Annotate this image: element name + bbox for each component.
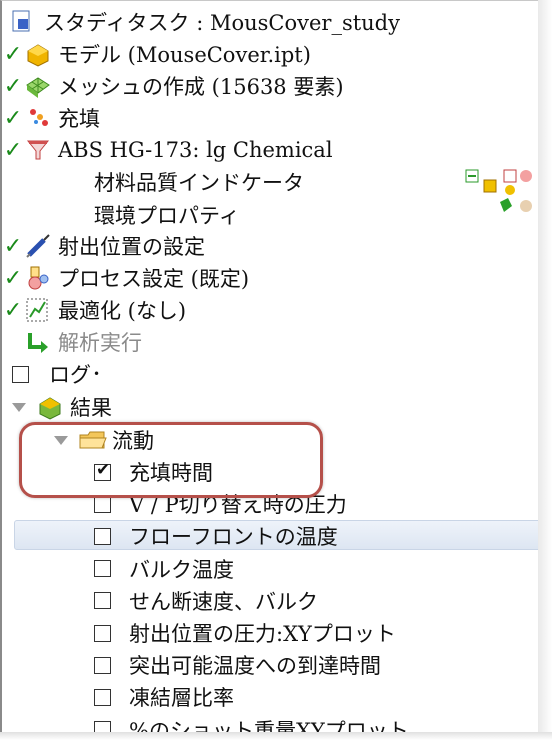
tree-item-material[interactable]: ✓ ABS HG-173: lg Chemical bbox=[2, 134, 333, 166]
study-tree-panel: スタディタスク : MousCover_study ✓ モデル (MouseCo… bbox=[0, 0, 540, 733]
run-label: 解析実行 bbox=[58, 331, 142, 355]
tree-item-mesh[interactable]: ✓ メッシュの作成 (15638 要素) bbox=[2, 70, 344, 102]
tree-item-log[interactable]: ログ • bbox=[12, 358, 100, 390]
tree-item-injection[interactable]: ✓ 射出位置の設定 bbox=[2, 230, 205, 262]
env-props-label: 環境プロパティ bbox=[94, 204, 240, 228]
result-label: %のショット重量XYプロット bbox=[129, 718, 409, 733]
process-label: プロセス設定 (既定) bbox=[58, 267, 250, 291]
result-label: 突出可能温度への到達時間 bbox=[129, 654, 381, 679]
panel-shadow-right bbox=[538, 0, 552, 740]
result-label: せん断速度、バルク bbox=[129, 589, 318, 614]
check-icon: ✓ bbox=[3, 297, 23, 323]
tree-item-material-quality[interactable]: 材料品質インドケータ bbox=[94, 166, 304, 198]
result-item[interactable]: フローフロントの温度 bbox=[94, 520, 338, 552]
injection-label: 射出位置の設定 bbox=[58, 235, 205, 259]
mesh-label: メッシュの作成 (15638 要素) bbox=[58, 75, 344, 99]
tree-item-env-props[interactable]: 環境プロパティ bbox=[94, 199, 240, 231]
result-label: フローフロントの温度 bbox=[129, 525, 338, 550]
result-item[interactable]: 射出位置の圧力:XYプロット bbox=[94, 617, 396, 649]
fill-label: 充填 bbox=[58, 107, 100, 131]
result-item[interactable]: 凍結層比率 bbox=[94, 681, 234, 713]
tree-item-run[interactable]: 解析実行 bbox=[24, 326, 142, 358]
optimize-label: 最適化 (なし) bbox=[58, 299, 187, 323]
study-label: スタディタスク : MousCover_study bbox=[44, 11, 400, 35]
result-item[interactable]: %のショット重量XYプロット bbox=[94, 714, 409, 733]
tree-item-fill[interactable]: ✓ 充填 bbox=[2, 102, 100, 134]
mesh-icon bbox=[24, 73, 52, 99]
result-checkbox[interactable] bbox=[94, 624, 111, 642]
log-label: ログ bbox=[49, 363, 91, 387]
model-label: モデル (MouseCover.ipt) bbox=[58, 43, 311, 67]
material-quality-label: 材料品質インドケータ bbox=[94, 171, 304, 195]
check-icon: ✓ bbox=[3, 105, 23, 131]
annotation-highlight bbox=[19, 422, 323, 498]
run-arrow-icon bbox=[24, 329, 52, 355]
check-icon: ✓ bbox=[3, 137, 23, 163]
results-label: 結果 bbox=[70, 396, 112, 420]
fill-dots-icon bbox=[24, 105, 52, 131]
process-flask-icon bbox=[24, 265, 52, 291]
check-icon: ✓ bbox=[3, 265, 23, 291]
study-task-row[interactable]: スタディタスク : MousCover_study bbox=[10, 6, 400, 38]
tree-item-process[interactable]: ✓ プロセス設定 (既定) bbox=[2, 262, 249, 294]
result-checkbox[interactable] bbox=[94, 495, 111, 513]
check-icon: ✓ bbox=[3, 233, 23, 259]
log-marker: • bbox=[93, 367, 101, 381]
syringe-icon bbox=[24, 233, 52, 259]
log-checkbox[interactable] bbox=[12, 365, 29, 383]
tree-item-model[interactable]: ✓ モデル (MouseCover.ipt) bbox=[2, 38, 311, 70]
tree-item-optimize[interactable]: ✓ 最適化 (なし) bbox=[2, 294, 186, 326]
result-item[interactable]: せん断速度、バルク bbox=[94, 585, 318, 617]
results-cube-icon bbox=[36, 394, 64, 420]
study-icon bbox=[10, 9, 38, 35]
model-cube-icon bbox=[24, 41, 52, 67]
result-item[interactable]: バルク温度 bbox=[94, 553, 234, 585]
side-icon-cluster bbox=[464, 166, 540, 226]
result-checkbox[interactable] bbox=[94, 656, 111, 674]
result-item[interactable]: 突出可能温度への到達時間 bbox=[94, 649, 381, 681]
funnel-icon bbox=[24, 137, 52, 163]
tree-item-results[interactable]: 結果 bbox=[12, 391, 112, 423]
chart-icon bbox=[24, 297, 52, 323]
result-label: 射出位置の圧力:XYプロット bbox=[129, 622, 396, 646]
panel-shadow-bottom bbox=[0, 732, 552, 740]
result-checkbox[interactable] bbox=[94, 527, 111, 545]
result-label: 凍結層比率 bbox=[129, 686, 234, 711]
result-checkbox[interactable] bbox=[94, 560, 111, 578]
expand-triangle-icon[interactable] bbox=[12, 402, 26, 412]
result-checkbox[interactable] bbox=[94, 592, 111, 610]
result-checkbox[interactable] bbox=[94, 688, 111, 706]
result-label: バルク温度 bbox=[129, 557, 234, 582]
check-icon: ✓ bbox=[3, 73, 23, 99]
check-icon: ✓ bbox=[3, 41, 23, 67]
material-label: ABS HG-173: lg Chemical bbox=[58, 138, 333, 162]
